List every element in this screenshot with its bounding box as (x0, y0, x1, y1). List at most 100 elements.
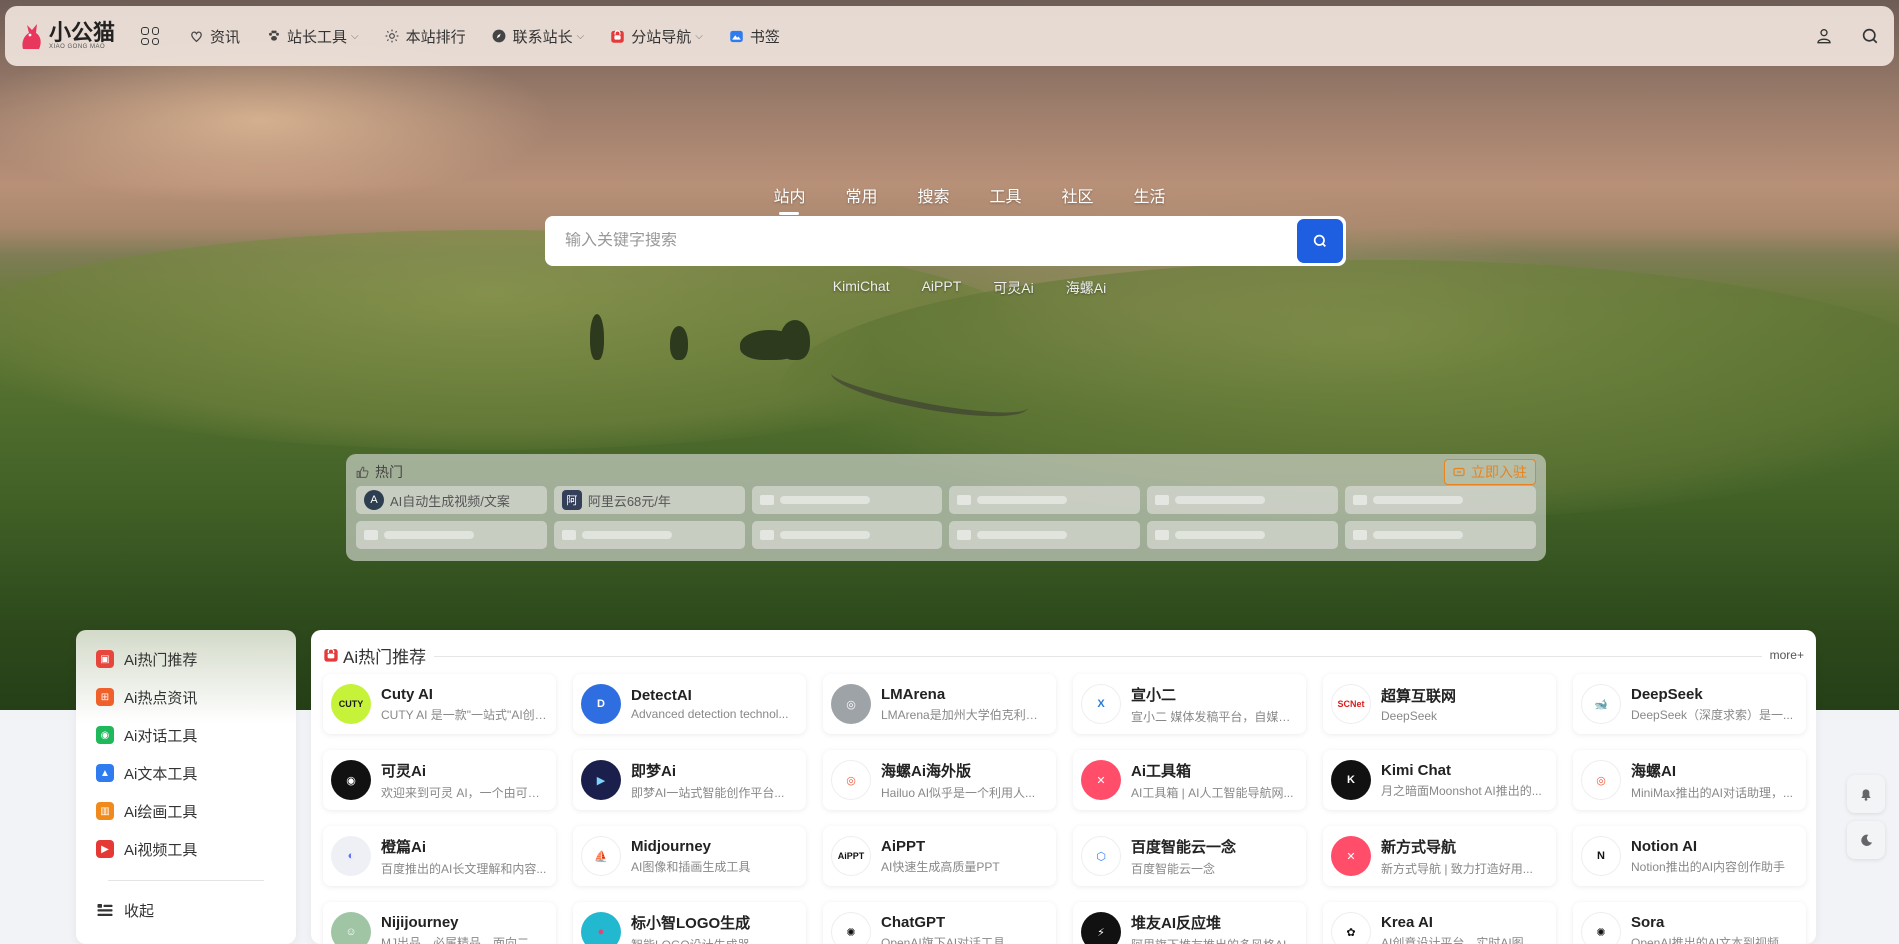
quick-link[interactable]: AiPPT (922, 278, 962, 298)
search-tab[interactable]: 工具 (990, 183, 1022, 207)
ad-icon (1353, 530, 1368, 540)
nav-item-webmaster-tools[interactable]: 站长工具 ⌵ (266, 26, 359, 47)
tool-card[interactable]: AiPPT AiPPT AI快速生成高质量PPT (823, 826, 1056, 886)
search-tab[interactable]: 搜索 (917, 183, 949, 207)
tool-card[interactable]: ⚡ 堆友AI反应堆阿里旗下堆友推出的多风格AI... (1073, 902, 1306, 944)
nav-item-sub-sites[interactable]: 分站导航 ⌵ (610, 26, 703, 47)
tool-logo-icon: ⬡ (1081, 836, 1121, 876)
tool-card[interactable]: ✕ 新方式导航 新方式导航 | 致力打造好用... (1323, 826, 1556, 886)
hot-item-avatar: 阿 (561, 490, 582, 510)
hot-item[interactable]: 阿 阿里云68元/年 (553, 486, 745, 514)
tool-name: 橙篇Ai (381, 838, 427, 856)
tool-card[interactable]: D DetectAI Advanced detection technol... (573, 674, 806, 734)
join-button[interactable]: 立即入驻 (1444, 459, 1536, 485)
tool-name: AiPPT (881, 837, 926, 855)
tool-logo-icon: X (1081, 684, 1121, 724)
search-tab[interactable]: 生活 (1134, 183, 1166, 207)
tool-card[interactable]: ◎ LMArena LMArena是加州大学伯克利分校... (823, 674, 1056, 734)
tool-logo-icon: ⚡ (1081, 912, 1121, 944)
tool-description: AI工具箱 | AI人工智能导航网... (1131, 785, 1294, 800)
tool-description: Notion推出的AI内容创作助手 (1631, 859, 1786, 874)
moon-icon (1860, 834, 1872, 846)
tool-card[interactable]: ☺ Nijijourney MJ出品，必属精品，面向二... (323, 902, 556, 944)
sidebar-item-ai-video[interactable]: ▶ Ai视频工具 (88, 830, 284, 868)
notification-button[interactable] (1847, 775, 1885, 813)
tool-name: DeepSeek (1631, 685, 1703, 703)
sidebar-item-ai-hot[interactable]: ▣ Ai热门推荐 (88, 640, 284, 678)
tool-card[interactable]: ✺ ChatGPT OpenAI旗下AI对话工具 (823, 902, 1056, 944)
sidebar-item-ai-chat[interactable]: ◉ Ai对话工具 (88, 716, 284, 754)
tool-card[interactable]: ◉ 可灵Ai 欢迎来到可灵 AI，一个由可灵... (323, 750, 556, 810)
play-icon: ▶ (96, 840, 114, 858)
tool-card[interactable]: ⛵ Midjourney AI图像和插画生成工具 (573, 826, 806, 886)
tool-card[interactable]: CUTY Cuty AI CUTY AI 是一款"一站式"AI创作... (323, 674, 556, 734)
ad-icon (561, 530, 576, 540)
search-icon[interactable] (1860, 26, 1880, 46)
image-icon: ▲ (96, 764, 114, 782)
tool-card[interactable]: ✿ Krea AI AI创意设计平台，实时AI图... (1323, 902, 1556, 944)
ad-icon (957, 495, 972, 505)
tool-name: Kimi Chat (1381, 761, 1452, 779)
tool-card[interactable]: X 宣小二 宣小二 媒体发稿平台，自媒体... (1073, 674, 1306, 734)
nav-item-bookmarks[interactable]: 书签 (729, 26, 780, 47)
user-icon[interactable] (1814, 26, 1834, 46)
tool-description: CUTY AI 是一款"一站式"AI创作... (381, 707, 548, 722)
apps-grid-icon[interactable] (141, 27, 160, 45)
sidebar-item-ai-text[interactable]: ▲ Ai文本工具 (88, 754, 284, 792)
hot-item[interactable]: A AI自动生成视频/文案 (356, 486, 547, 514)
tool-card[interactable]: ◎ 海螺Ai海外版 Hailuo AI似乎是一个利用人... (823, 750, 1056, 810)
image-icon (729, 29, 744, 44)
quick-link[interactable]: KimiChat (833, 278, 890, 298)
hot-grid: A AI自动生成视频/文案 阿 阿里云68元/年 (356, 486, 1536, 549)
search-tab[interactable]: 站内 (773, 183, 805, 207)
search-input[interactable] (547, 232, 1297, 250)
tool-logo-icon: ✕ (1081, 760, 1121, 800)
hot-title: 热门 (375, 464, 403, 480)
tool-card[interactable]: ⬡ 百度智能云一念 百度智能云一念 (1073, 826, 1306, 886)
search-tab[interactable]: 社区 (1062, 183, 1094, 207)
tool-logo-icon: CUTY (331, 684, 371, 724)
tool-description: 宣小二 媒体发稿平台，自媒体... (1131, 709, 1298, 724)
tool-card[interactable]: ✕ Ai工具箱 AI工具箱 | AI人工智能导航网... (1073, 750, 1306, 810)
tool-description: OpenAI旗下AI对话工具 (881, 935, 1006, 944)
sidebar-item-ai-drawing[interactable]: ▥ Ai绘画工具 (88, 792, 284, 830)
sidebar-item-ai-news[interactable]: ⊞ Ai热点资讯 (88, 678, 284, 716)
tool-card[interactable]: SCNet 超算互联网 DeepSeek (1323, 674, 1556, 734)
tool-name: 新方式导航 (1381, 838, 1457, 856)
sidebar-item-label: Ai热门推荐 (124, 651, 198, 669)
quick-link[interactable]: 海螺Ai (1066, 278, 1106, 298)
collapse-label: 收起 (124, 902, 155, 920)
hot-item-placeholder (949, 521, 1141, 549)
tool-logo-icon: AiPPT (831, 836, 871, 876)
tool-card[interactable]: K Kimi Chat 月之暗面Moonshot AI推出的... (1323, 750, 1556, 810)
dark-mode-toggle[interactable] (1847, 821, 1885, 859)
tool-description: OpenAI推出的AI文本到视频... (1631, 935, 1790, 944)
tool-description: 即梦AI一站式智能创作平台... (631, 785, 785, 800)
more-link[interactable]: more+ (1761, 648, 1804, 662)
nav-item-news[interactable]: 资讯 (189, 26, 240, 47)
tool-card[interactable]: ◐ 橙篇Ai 百度推出的AI长文理解和内容... (323, 826, 556, 886)
hot-item-placeholder (1345, 486, 1536, 514)
site-logo[interactable]: 小公猫 XIAO GONG MAO (19, 21, 115, 51)
search-tab[interactable]: 常用 (845, 183, 877, 207)
nav-item-ranking[interactable]: 本站排行 (385, 26, 466, 47)
quick-link[interactable]: 可灵Ai (993, 278, 1033, 298)
tool-logo-icon: K (1331, 760, 1371, 800)
compass-icon (492, 29, 507, 44)
collapse-button[interactable]: 收起 (88, 893, 284, 927)
nav-item-contact[interactable]: 联系站长 ⌵ (492, 26, 584, 47)
logo-subtext: XIAO GONG MAO (49, 44, 106, 50)
tool-card[interactable]: ✺ Sora OpenAI推出的AI文本到视频... (1573, 902, 1806, 944)
tool-card[interactable]: N Notion AI Notion推出的AI内容创作助手 (1573, 826, 1806, 886)
tool-card[interactable]: ● 标小智LOGO生成智能LOGO设计生成器 (573, 902, 806, 944)
tool-logo-icon: 🐋 (1581, 684, 1621, 724)
tool-card[interactable]: ◎ 海螺AI MiniMax推出的AI对话助理，... (1573, 750, 1806, 810)
search-button[interactable] (1297, 219, 1343, 263)
grid-icon: ⊞ (96, 688, 114, 706)
tool-card[interactable]: 🐋 DeepSeek DeepSeek（深度求索）是一... (1573, 674, 1806, 734)
tool-card[interactable]: ▶ 即梦Ai 即梦AI一站式智能创作平台... (573, 750, 806, 810)
tool-logo-icon: ✕ (1331, 836, 1371, 876)
tool-name: 可灵Ai (381, 762, 427, 780)
tool-logo-icon: D (581, 684, 621, 724)
ad-icon (1353, 495, 1368, 505)
